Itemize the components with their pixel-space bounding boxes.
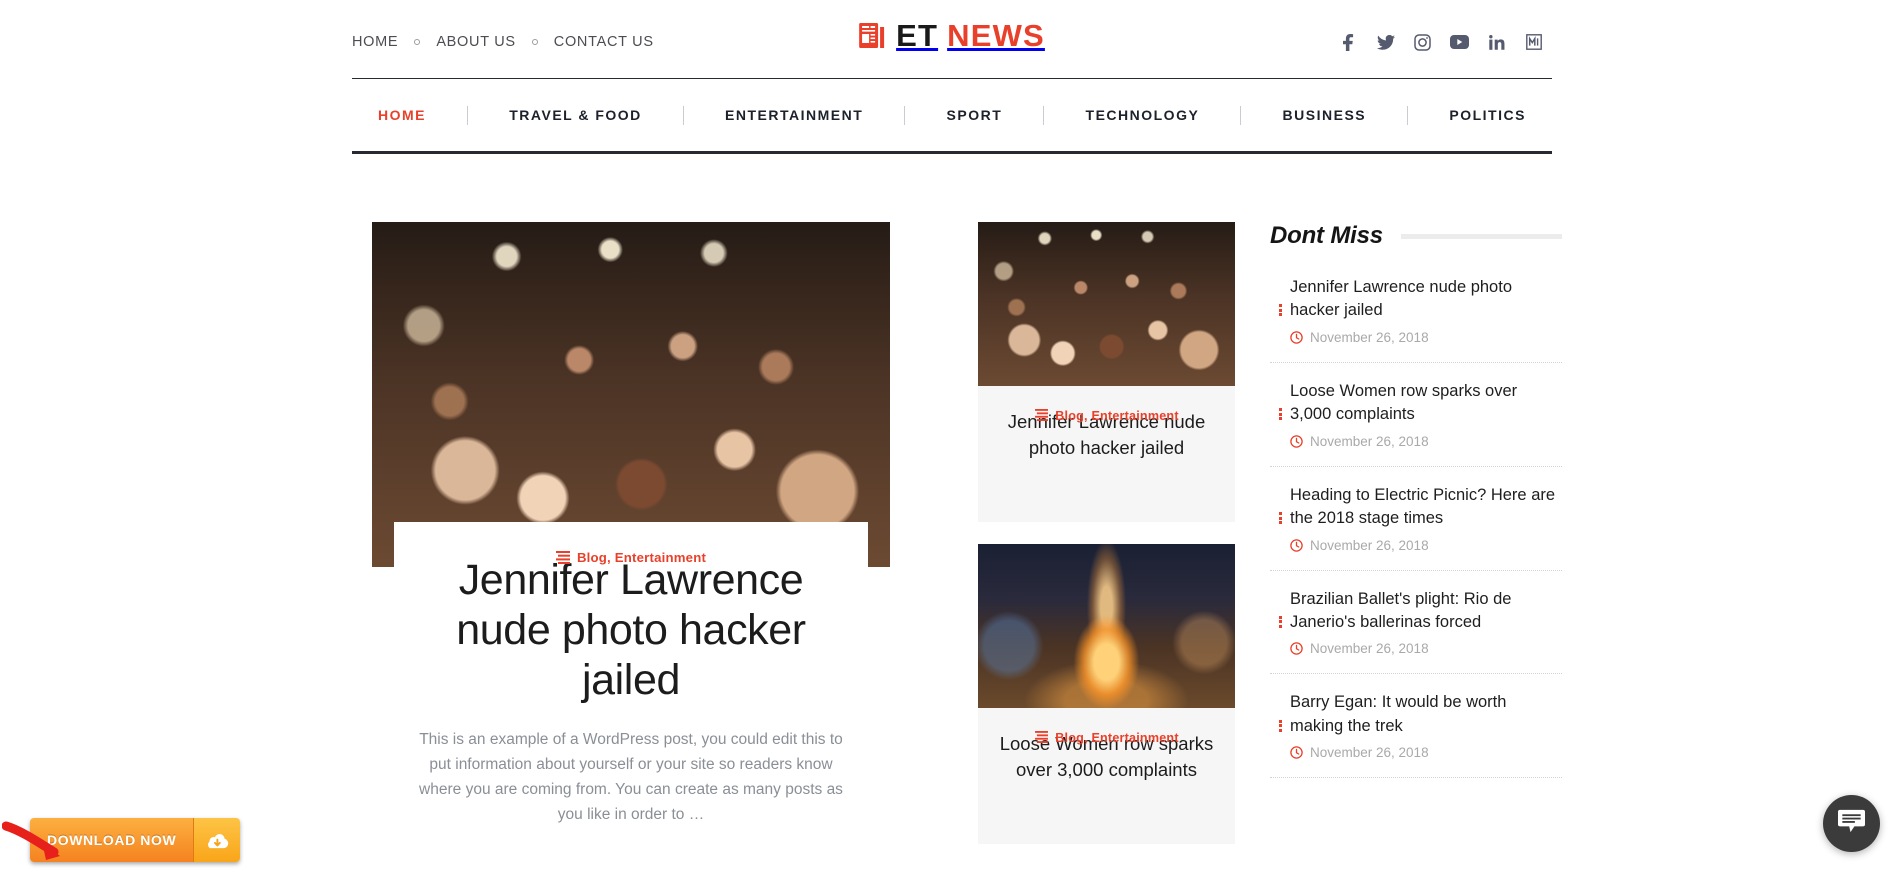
facebook-icon[interactable] [1330,27,1367,57]
nav-divider [1043,105,1045,125]
sidebar-dont-miss: Dont Miss Jennifer Lawrence nude photo h… [1270,222,1562,795]
cloud-download-icon [194,818,241,862]
vertical-dots-icon [1270,484,1290,553]
nav-item-home[interactable]: HOME [378,107,426,123]
sidebar-item-date-label: November 26, 2018 [1310,745,1429,761]
top-link-separator [531,39,538,45]
article-card-categories-label: Blog, Entertainment [1055,408,1179,423]
featured-article-card: Blog, Entertainment Jennifer Lawrence nu… [394,522,868,828]
clock-icon [1290,538,1303,552]
instagram-icon[interactable] [1404,27,1441,57]
top-link-separator [414,39,421,45]
nav-item-travel-food[interactable]: TRAVEL & FOOD [509,107,642,123]
sidebar-item-date: November 26, 2018 [1290,745,1562,760]
lines-icon [555,551,570,564]
clock-icon [1290,331,1303,344]
nav-item-sport[interactable]: SPORT [947,107,1003,123]
chat-widget-button[interactable] [1823,795,1880,852]
article-card: Blog, Entertainment Loose Women row spar… [978,544,1235,844]
top-links: HOME ABOUT US CONTACT US [352,34,654,50]
list-item: Barry Egan: It would be worth making the… [1270,691,1562,779]
clock-icon [1290,434,1303,448]
logo-text-news: NEWS [947,18,1045,53]
medium-icon[interactable] [1515,27,1552,57]
download-ad: DOWNLOAD NOW [1,818,241,862]
main-navigation: HOME TRAVEL & FOOD ENTERTAINMENT SPORT T… [352,78,1552,154]
featured-article-categories-label: Blog, Entertainment [576,550,707,565]
featured-article-image[interactable] [372,222,890,567]
sidebar-item-date: November 26, 2018 [1290,330,1562,345]
vertical-dots-icon [1270,691,1290,760]
vertical-dots-icon [1270,380,1290,449]
newspaper-icon [859,22,885,49]
nav-item-entertainment[interactable]: ENTERTAINMENT [725,107,863,123]
nav-item-politics[interactable]: POLITICS [1449,107,1526,123]
lines-icon [1034,731,1048,744]
chat-bubble-icon [1837,808,1866,840]
logo-text-et: ET [896,18,939,53]
social-links [1330,27,1552,57]
nav-divider [1240,105,1242,125]
sidebar-item-date: November 26, 2018 [1290,434,1562,449]
list-item: Heading to Electric Picnic? Here are the… [1270,484,1562,571]
sidebar-item-title[interactable]: Loose Women row sparks over 3,000 compla… [1290,380,1562,427]
article-card-categories[interactable]: Blog, Entertainment [1034,730,1179,745]
sidebar-item-title[interactable]: Jennifer Lawrence nude photo hacker jail… [1290,276,1562,323]
lines-icon [1034,409,1048,422]
nav-divider [467,105,469,125]
top-bar: HOME ABOUT US CONTACT US ET NEWS [352,18,1552,66]
linkedin-icon[interactable] [1478,27,1515,57]
article-card-image[interactable] [978,544,1235,708]
sidebar-item-title[interactable]: Barry Egan: It would be worth making the… [1290,691,1562,738]
sidebar-item-title[interactable]: Brazilian Ballet's plight: Rio de Janeri… [1290,588,1562,635]
middle-column: Blog, Entertainment Jennifer Lawrence nu… [978,222,1235,844]
nav-divider [904,105,906,125]
article-card: Blog, Entertainment Jennifer Lawrence nu… [978,222,1235,522]
featured-article: Blog, Entertainment Jennifer Lawrence nu… [372,222,890,828]
sidebar-item-date-label: November 26, 2018 [1310,329,1429,345]
nav-item-technology[interactable]: TECHNOLOGY [1086,107,1200,123]
sidebar-header: Dont Miss [1270,222,1562,250]
sidebar-item-date-label: November 26, 2018 [1310,433,1429,449]
list-item: Brazilian Ballet's plight: Rio de Janeri… [1270,588,1562,675]
top-link-about-us[interactable]: ABOUT US [436,34,515,50]
site-logo[interactable]: ET NEWS [859,20,1045,51]
featured-article-title[interactable]: Jennifer Lawrence nude photo hacker jail… [408,556,854,706]
sidebar-title: Dont Miss [1270,222,1383,249]
red-curved-arrow-icon [1,820,72,868]
top-link-home[interactable]: HOME [352,34,398,50]
list-item: Loose Women row sparks over 3,000 compla… [1270,380,1562,467]
nav-divider [682,105,684,125]
sidebar-title-rule [1400,233,1562,239]
clock-icon [1290,642,1303,656]
list-item: Jennifer Lawrence nude photo hacker jail… [1270,276,1562,363]
sidebar-item-date-label: November 26, 2018 [1310,537,1429,553]
sidebar-item-date-label: November 26, 2018 [1310,641,1429,657]
article-card-categories-label: Blog, Entertainment [1055,730,1179,745]
vertical-dots-icon [1270,588,1290,657]
vertical-dots-icon [1270,276,1290,345]
article-card-categories[interactable]: Blog, Entertainment [1034,408,1179,423]
sidebar-item-title[interactable]: Heading to Electric Picnic? Here are the… [1290,484,1562,531]
youtube-icon[interactable] [1441,27,1478,57]
nav-divider [1407,105,1409,125]
clock-icon [1290,746,1303,759]
nav-item-business[interactable]: BUSINESS [1283,107,1367,123]
sidebar-item-date: November 26, 2018 [1290,641,1562,656]
twitter-icon[interactable] [1367,27,1404,57]
featured-article-categories[interactable]: Blog, Entertainment [555,550,707,565]
featured-article-excerpt: This is an example of a WordPress post, … [419,730,843,823]
top-link-contact-us[interactable]: CONTACT US [554,34,654,50]
article-card-image[interactable] [978,222,1235,386]
page-root: HOME ABOUT US CONTACT US ET NEWS HOME TR… [0,0,1903,875]
sidebar-item-date: November 26, 2018 [1290,538,1562,553]
